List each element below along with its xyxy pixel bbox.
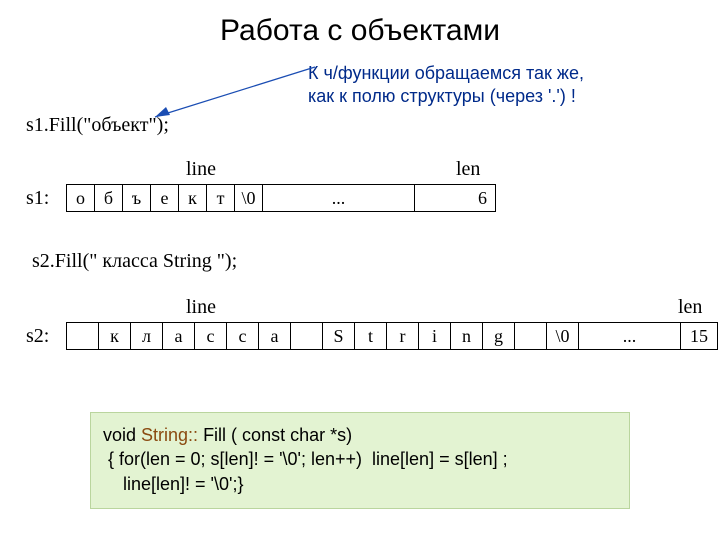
memory-table-s1: line len s1: о б ъ е к т \0 ... 6 bbox=[26, 158, 496, 212]
cell: с bbox=[195, 323, 227, 349]
cell: ъ bbox=[123, 185, 151, 211]
cells-s2: к л а с с а S t r i n g \0 ... 15 bbox=[66, 322, 718, 350]
cell-len: 15 bbox=[681, 323, 717, 349]
cell: r bbox=[387, 323, 419, 349]
memory-table-s2: line len s2: к л а с с а S t r i n g \0 … bbox=[26, 296, 718, 350]
cell: с bbox=[227, 323, 259, 349]
cell: л bbox=[131, 323, 163, 349]
obj-label-s2: s2: bbox=[26, 322, 66, 350]
cell: \0 bbox=[235, 185, 263, 211]
arrow-icon bbox=[150, 65, 320, 125]
method-call-1: s1.Fill("объект"); bbox=[26, 114, 169, 137]
cell: а bbox=[259, 323, 291, 349]
code-definition-box: void String:: Fill ( const char *s) { fo… bbox=[90, 412, 630, 509]
cell: а bbox=[163, 323, 195, 349]
note-line2: как к полю структуры (через '.') ! bbox=[308, 86, 576, 106]
class-name: String:: bbox=[141, 425, 198, 445]
cell: n bbox=[451, 323, 483, 349]
keyword-void: void bbox=[103, 425, 141, 445]
cells-s1: о б ъ е к т \0 ... 6 bbox=[66, 184, 496, 212]
cell: \0 bbox=[547, 323, 579, 349]
cell: т bbox=[207, 185, 235, 211]
note-text: К ч/функции обращаемся так же, как к пол… bbox=[308, 62, 584, 107]
cell: е bbox=[151, 185, 179, 211]
cell: к bbox=[179, 185, 207, 211]
cell: g bbox=[483, 323, 515, 349]
code-line-1: void String:: Fill ( const char *s) bbox=[103, 423, 617, 447]
obj-label-s1: s1: bbox=[26, 184, 66, 212]
method-call-2: s2.Fill(" класса String "); bbox=[32, 250, 237, 273]
cell bbox=[67, 323, 99, 349]
cell-len: 6 bbox=[415, 185, 495, 211]
cell: о bbox=[67, 185, 95, 211]
label-len-1: len bbox=[456, 158, 480, 181]
code-line-3: line[len]! = '\0';} bbox=[103, 472, 617, 496]
cell: i bbox=[419, 323, 451, 349]
cell-dots: ... bbox=[263, 185, 415, 211]
label-line-1: line bbox=[186, 158, 216, 181]
code-line-2: { for(len = 0; s[len]! = '\0'; len++) li… bbox=[103, 447, 617, 471]
note-line1: К ч/функции обращаемся так же, bbox=[308, 63, 584, 83]
label-line-2: line bbox=[186, 296, 216, 319]
cell bbox=[515, 323, 547, 349]
cell bbox=[291, 323, 323, 349]
cell: S bbox=[323, 323, 355, 349]
label-len-2: len bbox=[678, 296, 702, 319]
cell: t bbox=[355, 323, 387, 349]
cell: б bbox=[95, 185, 123, 211]
slide-title: Работа с объектами bbox=[0, 0, 720, 48]
sig-rest: Fill ( const char *s) bbox=[198, 425, 352, 445]
cell-dots: ... bbox=[579, 323, 681, 349]
cell: к bbox=[99, 323, 131, 349]
